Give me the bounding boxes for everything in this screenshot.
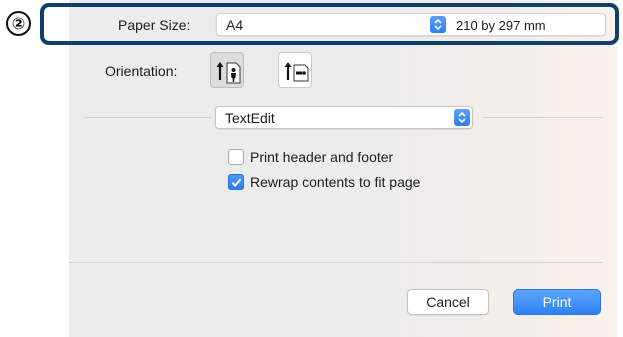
cancel-button[interactable]: Cancel bbox=[407, 289, 489, 315]
popup-stepper-icon bbox=[454, 109, 470, 126]
paper-size-highlight-frame bbox=[40, 3, 619, 45]
orientation-portrait-button[interactable] bbox=[210, 52, 244, 88]
landscape-icon bbox=[284, 62, 309, 82]
print-dialog-panel: Paper Size: A4 210 by 297 mm Orientation… bbox=[69, 0, 617, 337]
rewrap-contents-checkbox[interactable] bbox=[228, 174, 244, 190]
portrait-icon bbox=[216, 62, 241, 84]
orientation-landscape-button[interactable] bbox=[278, 52, 312, 88]
print-button[interactable]: Print bbox=[513, 289, 601, 315]
orientation-label: Orientation: bbox=[105, 63, 178, 79]
print-header-footer-label: Print header and footer bbox=[250, 149, 394, 165]
section-separator-left bbox=[84, 117, 212, 118]
app-options-value: TextEdit bbox=[225, 110, 275, 126]
rewrap-contents-label: Rewrap contents to fit page bbox=[250, 174, 421, 190]
print-header-footer-checkbox[interactable] bbox=[228, 149, 244, 165]
app-options-popup[interactable]: TextEdit bbox=[215, 106, 473, 129]
section-separator-right bbox=[483, 117, 603, 118]
checkmark-icon bbox=[231, 178, 242, 187]
footer-separator bbox=[69, 262, 603, 263]
step-number-badge: ② bbox=[6, 11, 31, 36]
